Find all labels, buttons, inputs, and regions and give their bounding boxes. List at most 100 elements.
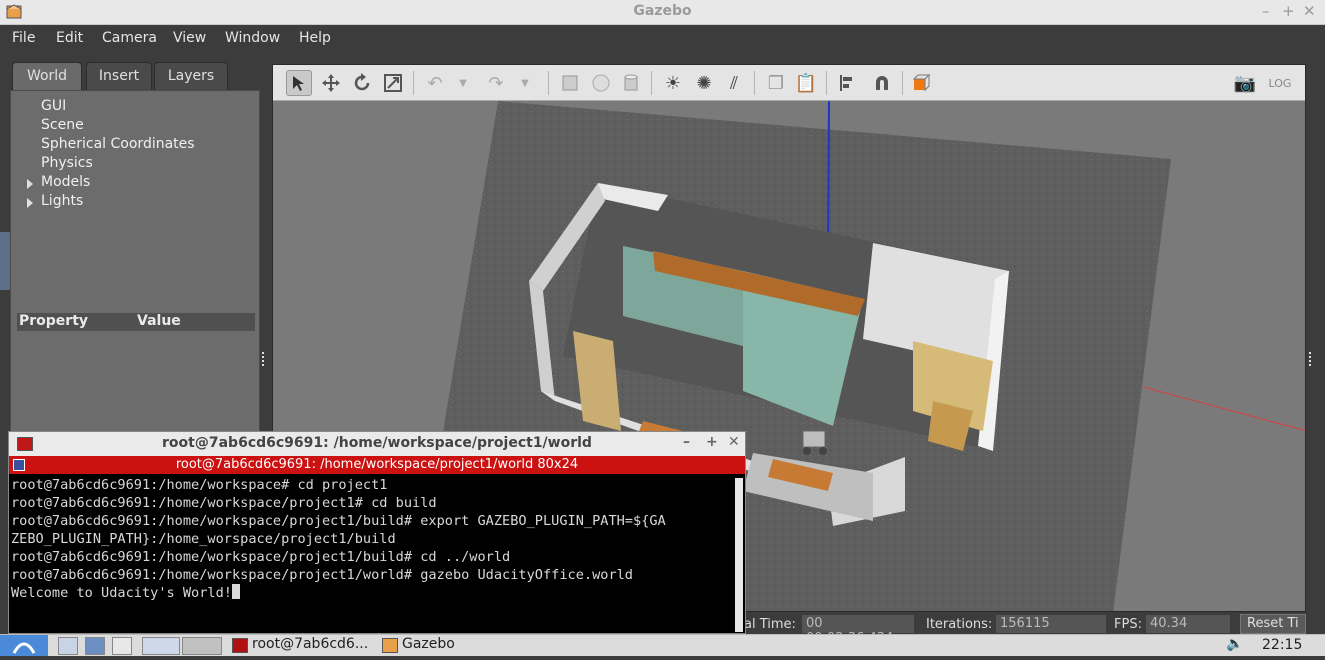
maximize-button[interactable]: + bbox=[1282, 2, 1295, 20]
clock[interactable]: 22:15 bbox=[1262, 637, 1302, 653]
terminal-cursor bbox=[231, 584, 240, 599]
menu-window[interactable]: Window bbox=[225, 30, 280, 46]
desktop: Gazebo – + ✕ File Edit Camera View Windo… bbox=[0, 0, 1325, 656]
window-titlebar: Gazebo – + ✕ bbox=[0, 0, 1325, 25]
menu-bar: File Edit Camera View Window Help bbox=[0, 25, 1325, 53]
minimize-button[interactable]: – bbox=[1262, 2, 1270, 20]
terminal-maximize-button[interactable]: + bbox=[706, 434, 718, 450]
select-mode-icon[interactable] bbox=[286, 70, 312, 96]
sphere-shape-icon[interactable] bbox=[588, 70, 614, 96]
tab-layers[interactable]: Layers bbox=[154, 62, 228, 90]
tree-item-gui[interactable]: GUI bbox=[41, 98, 66, 114]
desktop-switch-2-icon[interactable] bbox=[182, 637, 222, 655]
world-tree: GUI Scene Spherical Coordinates Physics … bbox=[10, 90, 260, 450]
tree-item-spherical-coordinates[interactable]: Spherical Coordinates bbox=[41, 136, 195, 152]
tree-item-models[interactable]: Models bbox=[41, 174, 90, 190]
log-icon[interactable]: LOG bbox=[1267, 70, 1293, 96]
tree-item-physics[interactable]: Physics bbox=[41, 155, 93, 171]
terminal-tab-title: root@7ab6cd6c9691: /home/workspace/proje… bbox=[175, 457, 579, 472]
rotate-mode-icon[interactable] bbox=[349, 70, 375, 96]
splitter-grip[interactable] bbox=[262, 352, 266, 366]
network-icon[interactable] bbox=[85, 637, 105, 655]
redo-icon[interactable]: ↷ bbox=[483, 70, 509, 96]
menu-view[interactable]: View bbox=[173, 30, 206, 46]
toolbar-separator bbox=[548, 71, 549, 95]
translate-mode-icon[interactable] bbox=[318, 70, 344, 96]
toolbar-separator bbox=[413, 71, 414, 95]
terminal-window[interactable]: root@7ab6cd6c9691: /home/workspace/proje… bbox=[8, 431, 746, 634]
spot-light-icon[interactable]: ✺ bbox=[691, 70, 717, 96]
tree-item-scene[interactable]: Scene bbox=[41, 117, 84, 133]
simulation-status-bar: al Time: 00 00:02:36.434 Iterations: 156… bbox=[730, 612, 1306, 646]
taskbar-item-gazebo[interactable]: Gazebo bbox=[380, 636, 520, 656]
toolbar-separator bbox=[754, 71, 755, 95]
menu-help[interactable]: Help bbox=[299, 30, 331, 46]
view-angle-icon[interactable] bbox=[909, 70, 935, 96]
toolbar-separator bbox=[651, 71, 652, 95]
property-table-header: Property Value bbox=[17, 313, 255, 331]
window-title: Gazebo bbox=[633, 3, 692, 19]
cylinder-shape-icon[interactable] bbox=[618, 70, 644, 96]
terminal-line: ZEBO_PLUGIN_PATH}:/home_worspace/project… bbox=[11, 531, 396, 547]
menu-file[interactable]: File bbox=[12, 30, 35, 46]
copy-icon[interactable]: ❐ bbox=[763, 70, 789, 96]
redo-dropdown-icon[interactable]: ▼ bbox=[512, 70, 538, 96]
start-menu-button[interactable] bbox=[0, 635, 48, 656]
real-time-value: 00 00:02:36.434 bbox=[802, 615, 914, 646]
file-manager-icon[interactable] bbox=[58, 637, 78, 655]
toolbar-separator bbox=[902, 71, 903, 95]
terminal-title: root@7ab6cd6c9691: /home/workspace/proje… bbox=[162, 435, 592, 451]
reset-time-button[interactable]: Reset Ti bbox=[1240, 614, 1306, 634]
align-icon[interactable] bbox=[835, 70, 861, 96]
undo-icon[interactable]: ↶ bbox=[422, 70, 448, 96]
desktop-switch-icon[interactable] bbox=[142, 637, 180, 655]
terminal-minimize-button[interactable]: – bbox=[683, 434, 690, 450]
box-shape-icon[interactable] bbox=[557, 70, 583, 96]
screenshot-camera-icon[interactable]: 📷 bbox=[1232, 70, 1258, 96]
terminal-line: root@7ab6cd6c9691:/home/workspace# cd pr… bbox=[11, 477, 388, 493]
taskbar-item-terminal-label: root@7ab6cd6... bbox=[252, 636, 369, 652]
menu-camera[interactable]: Camera bbox=[102, 30, 157, 46]
tab-insert[interactable]: Insert bbox=[86, 62, 152, 90]
start-menu-icon bbox=[12, 642, 36, 654]
terminal-titlebar: root@7ab6cd6c9691: /home/workspace/proje… bbox=[9, 432, 745, 456]
menu-edit[interactable]: Edit bbox=[56, 30, 83, 46]
iterations-value: 156115 bbox=[996, 615, 1106, 633]
terminal-line: root@7ab6cd6c9691:/home/workspace/projec… bbox=[11, 513, 666, 529]
terminal-line: root@7ab6cd6c9691:/home/workspace/projec… bbox=[11, 549, 511, 565]
paste-icon[interactable]: 📋 bbox=[793, 70, 819, 96]
volume-icon[interactable]: 🔈 bbox=[1226, 636, 1243, 652]
tree-item-lights[interactable]: Lights bbox=[41, 193, 83, 209]
terminal-line: root@7ab6cd6c9691:/home/workspace/projec… bbox=[11, 567, 633, 583]
terminal-scrollbar[interactable] bbox=[735, 478, 743, 632]
fps-label: FPS: bbox=[1114, 617, 1142, 632]
tab-world[interactable]: World bbox=[12, 62, 82, 92]
value-column-header: Value bbox=[137, 313, 181, 329]
fps-value: 40.34 bbox=[1146, 615, 1230, 633]
terminal-close-button[interactable]: ✕ bbox=[728, 434, 740, 450]
undo-dropdown-icon[interactable]: ▼ bbox=[450, 70, 476, 96]
point-light-icon[interactable]: ☀ bbox=[660, 70, 686, 96]
window-icon[interactable] bbox=[112, 637, 132, 655]
world-panel: World Insert Layers GUI Scene Spherical … bbox=[10, 62, 262, 450]
viewport-toolbar: ↶ ▼ ↷ ▼ ☀ ✺ ⫽ ❐ 📋 📷 LOG bbox=[273, 65, 1305, 101]
terminal-output[interactable]: root@7ab6cd6c9691:/home/workspace# cd pr… bbox=[11, 476, 733, 632]
terminal-task-icon bbox=[232, 638, 248, 653]
toolbar-separator bbox=[826, 71, 827, 95]
terminal-last-line: Welcome to Udacity's World! bbox=[11, 584, 733, 602]
property-column-header: Property bbox=[19, 313, 89, 329]
terminal-tab[interactable]: root@7ab6cd6c9691: /home/workspace/proje… bbox=[9, 456, 745, 474]
directional-light-icon[interactable]: ⫽ bbox=[721, 70, 747, 96]
taskbar-item-terminal[interactable]: root@7ab6cd6... bbox=[230, 636, 376, 656]
scale-mode-icon[interactable] bbox=[380, 70, 406, 96]
snap-magnet-icon[interactable] bbox=[869, 70, 895, 96]
expand-arrow-icon[interactable] bbox=[27, 179, 33, 189]
expand-arrow-icon[interactable] bbox=[27, 198, 33, 208]
iterations-label: Iterations: bbox=[926, 617, 993, 632]
splitter-grip[interactable] bbox=[1309, 352, 1313, 366]
terminal-line: Welcome to Udacity's World! bbox=[11, 585, 232, 601]
taskbar-item-gazebo-label: Gazebo bbox=[402, 636, 455, 652]
close-button[interactable]: ✕ bbox=[1303, 2, 1316, 20]
real-time-label: al Time: bbox=[744, 617, 796, 632]
gazebo-task-icon bbox=[382, 638, 398, 653]
